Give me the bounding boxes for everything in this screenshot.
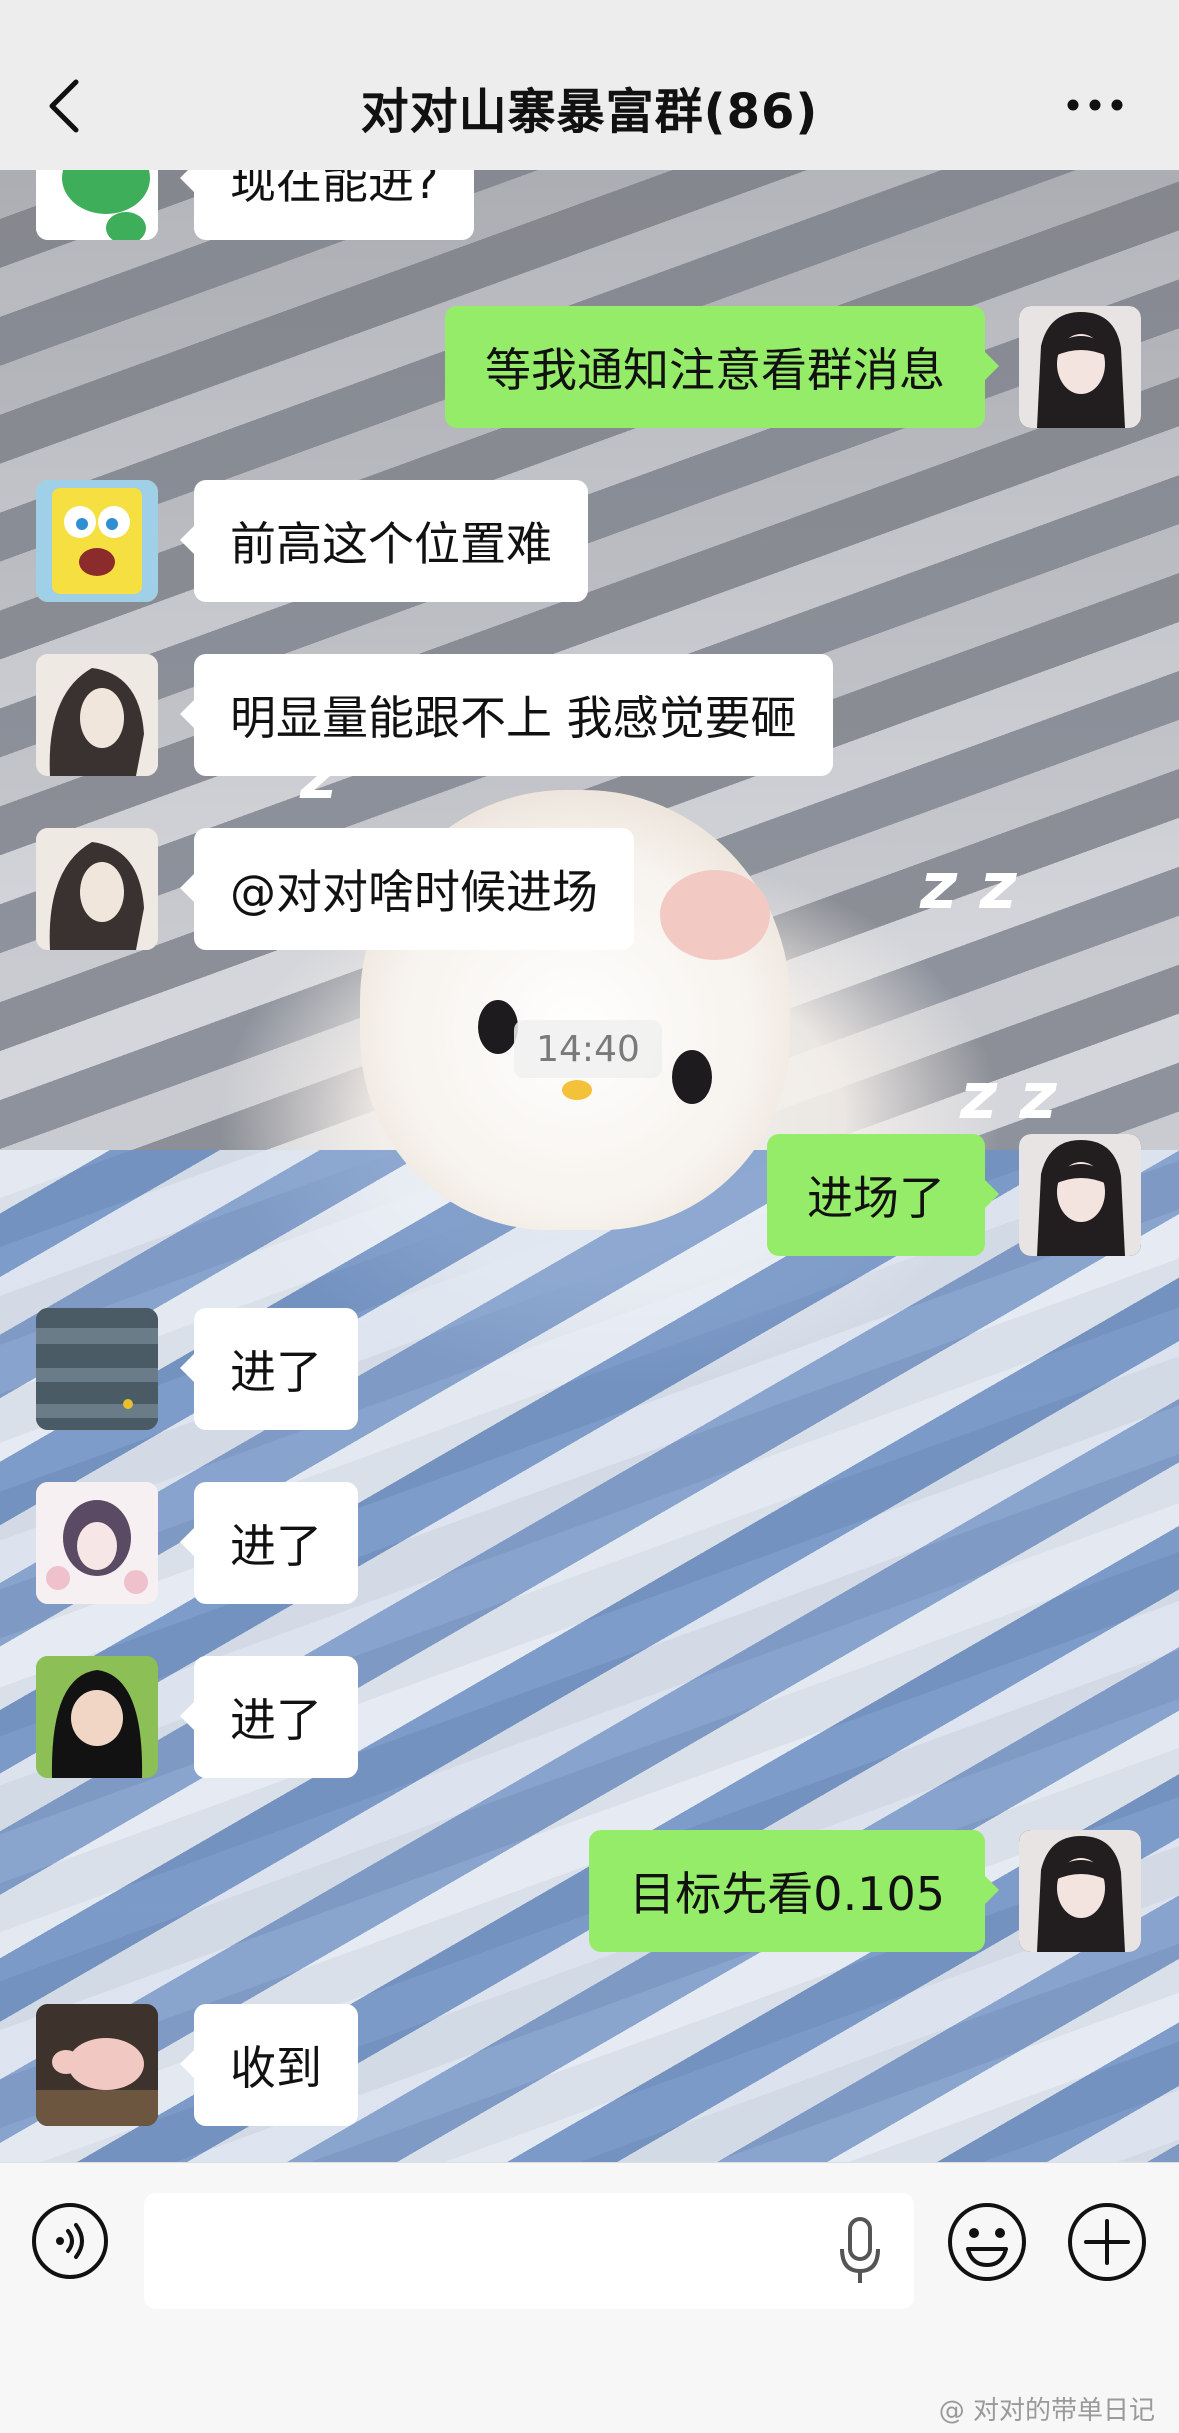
watermark: @ 对对的带单日记 — [938, 2396, 1155, 2426]
more-dots-icon[interactable] — [1065, 90, 1125, 120]
avatar[interactable] — [36, 2004, 158, 2126]
message-bubble[interactable]: 收到 — [180, 2004, 358, 2126]
anime-boy-avatar-icon — [36, 828, 158, 950]
dark-leaf-avatar-icon — [36, 1308, 158, 1430]
piglet-avatar-icon — [36, 2004, 158, 2126]
message-input[interactable] — [144, 2193, 914, 2309]
girl-long-hair-avatar-icon — [1019, 1134, 1141, 1256]
sleep-z-decoration: z z — [920, 850, 1017, 924]
spongebob-avatar-icon — [36, 480, 158, 602]
anime-girl-flowers-avatar-icon — [36, 1482, 158, 1604]
input-bar — [0, 2162, 1179, 2335]
message-bubble[interactable]: 现在能进? — [179, 170, 475, 240]
microphone-icon[interactable] — [838, 2215, 882, 2287]
message-bubble[interactable]: 进了 — [180, 1308, 358, 1430]
avatar[interactable] — [36, 1482, 158, 1604]
chat-title: 对对山寨暴富群(86) — [360, 84, 819, 140]
message-bubble[interactable]: 进了 — [180, 1482, 358, 1604]
avatar[interactable] — [36, 1308, 158, 1430]
avatar[interactable] — [36, 828, 158, 950]
child-black-hood-avatar-icon — [36, 1656, 158, 1778]
message-bubble-self[interactable]: 进场了 — [767, 1134, 999, 1256]
avatar-self[interactable] — [1019, 1830, 1141, 1952]
message-bubble-self[interactable]: 目标先看0.105 — [589, 1830, 999, 1952]
message-bubble-self[interactable]: 等我通知注意看群消息 — [445, 306, 999, 428]
sleep-z-decoration: z z — [960, 1060, 1057, 1134]
avatar[interactable] — [36, 480, 158, 602]
voice-mode-icon[interactable] — [30, 2201, 110, 2281]
message-bubble[interactable]: @对对啥时候进场 — [180, 828, 634, 950]
green-dinosaur-avatar-icon — [36, 170, 158, 240]
girl-long-hair-avatar-icon — [1019, 306, 1141, 428]
message-bubble[interactable]: 前高这个位置难 — [180, 480, 588, 602]
girl-long-hair-avatar-icon — [1019, 1830, 1141, 1952]
message-timestamp: 14:40 — [514, 1020, 662, 1078]
avatar-self[interactable] — [1019, 306, 1141, 428]
chat-header: 对对山寨暴富群(86) — [0, 0, 1179, 170]
message-bubble[interactable]: 明显量能跟不上 我感觉要砸 — [180, 654, 833, 776]
avatar[interactable] — [36, 654, 158, 776]
message-bubble[interactable]: 进了 — [180, 1656, 358, 1778]
avatar[interactable] — [36, 170, 158, 240]
anime-boy-avatar-icon — [36, 654, 158, 776]
avatar-self[interactable] — [1019, 1134, 1141, 1256]
emoji-icon[interactable] — [946, 2201, 1028, 2283]
chat-area[interactable]: z z z z z 现在能进? 等我通知注意看群消息 前高这个位置难 明显量能跟… — [0, 170, 1179, 2162]
plus-icon[interactable] — [1066, 2201, 1148, 2283]
avatar[interactable] — [36, 1656, 158, 1778]
